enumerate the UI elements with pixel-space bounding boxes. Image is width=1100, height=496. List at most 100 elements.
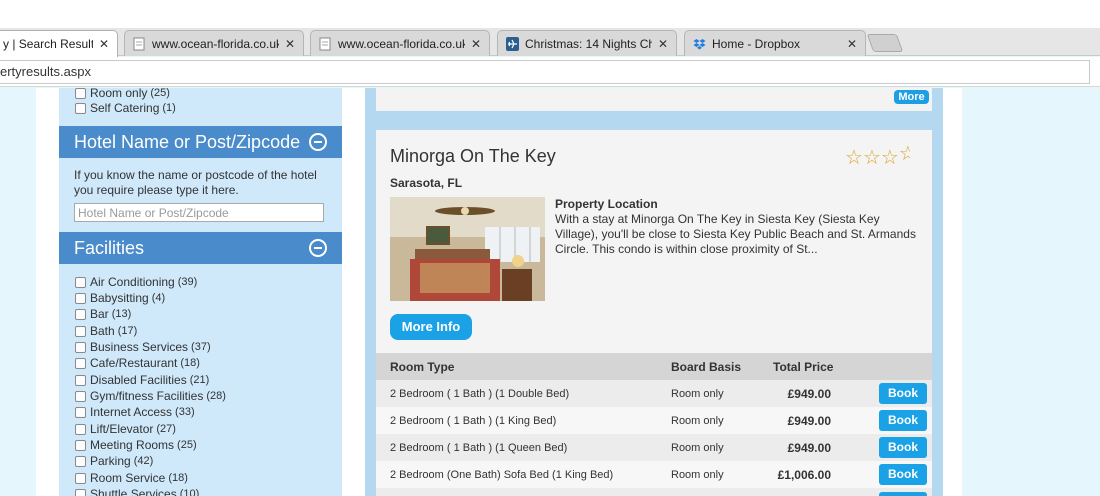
checkbox[interactable] xyxy=(75,88,86,99)
more-button[interactable]: More xyxy=(894,90,929,104)
checkbox[interactable] xyxy=(75,439,86,451)
hotel-search-hint: If you know the name or postcode of the … xyxy=(74,168,317,197)
collapse-icon[interactable] xyxy=(309,133,327,151)
facility-item[interactable]: Gym/fitness Facilities (28) xyxy=(75,388,226,404)
checkbox[interactable] xyxy=(75,390,86,402)
facility-label: Lift/Elevator xyxy=(90,422,154,436)
tab-christmas[interactable]: Christmas: 14 Nights Cha ✕ xyxy=(497,30,677,56)
facility-count: (18) xyxy=(168,472,188,484)
tab-search-results[interactable]: y | Search Results ✕ xyxy=(0,30,118,57)
tab-label: y | Search Results xyxy=(3,37,93,51)
facility-item[interactable]: Meeting Rooms (25) xyxy=(75,437,197,453)
checkbox[interactable] xyxy=(75,325,86,337)
facility-label: Babysitting xyxy=(90,291,149,305)
facility-item[interactable]: Bar (13) xyxy=(75,306,131,322)
close-icon[interactable]: ✕ xyxy=(847,37,857,51)
table-row: 2 Bedroom ( 1 Bath ) (1 King Bed) Room o… xyxy=(376,407,932,434)
half-star-icon: ☆ xyxy=(898,144,910,164)
checkbox[interactable] xyxy=(75,488,86,496)
close-icon[interactable]: ✕ xyxy=(285,37,295,51)
facility-count: (33) xyxy=(175,406,195,418)
facility-item[interactable]: Babysitting (4) xyxy=(75,290,165,306)
star-icon: ☆ xyxy=(845,147,863,166)
close-icon[interactable]: ✕ xyxy=(471,37,481,51)
hotel-name[interactable]: Minorga On The Key xyxy=(390,146,556,167)
more-info-button[interactable]: More Info xyxy=(390,314,472,340)
tab-label: Christmas: 14 Nights Cha xyxy=(525,36,652,51)
room-type-cell: 2 Bedroom ( 1 Bath ) (1 Double Bed) xyxy=(390,388,570,400)
checkbox[interactable] xyxy=(75,472,86,484)
facility-item[interactable]: Air Conditioning (39) xyxy=(75,274,197,290)
board-basis-cell: Room only xyxy=(671,469,724,481)
facility-item[interactable]: Internet Access (33) xyxy=(75,404,195,420)
facility-label: Room Service xyxy=(90,471,166,485)
facility-item[interactable]: Cafe/Restaurant (18) xyxy=(75,355,200,371)
checkbox[interactable] xyxy=(75,102,86,114)
url-input[interactable]: ertyresults.aspx xyxy=(0,60,1090,84)
price-cell: £949.00 xyxy=(787,441,831,455)
previous-result-card: More xyxy=(376,88,932,111)
tab-dropbox[interactable]: Home - Dropbox ✕ xyxy=(684,30,866,56)
checkbox[interactable] xyxy=(75,276,86,288)
dropbox-icon xyxy=(693,38,706,49)
hotel-name-input[interactable] xyxy=(74,203,324,222)
facility-item[interactable]: Bath (17) xyxy=(75,323,137,339)
facility-label: Shuttle Services xyxy=(90,487,177,496)
panel-title: Facilities xyxy=(74,237,145,258)
checkbox[interactable] xyxy=(75,357,86,369)
facility-count: (37) xyxy=(191,341,211,353)
close-icon[interactable]: ✕ xyxy=(99,37,109,51)
panel-title: Hotel Name or Post/Zipcode xyxy=(74,131,301,152)
facilities-panel-header[interactable]: Facilities xyxy=(59,232,342,264)
filter-sidebar: Room only (25) Self Catering (1) Hotel N… xyxy=(59,88,342,496)
window-titlebar xyxy=(0,0,1100,28)
room-type-cell: 2 Bedroom ( 1 Bath ) (1 Queen Bed) xyxy=(390,442,568,454)
close-icon[interactable]: ✕ xyxy=(658,37,668,51)
checkbox[interactable] xyxy=(75,308,86,320)
facility-item[interactable]: Room Service (18) xyxy=(75,470,188,486)
checkbox[interactable] xyxy=(75,292,86,304)
facility-count: (13) xyxy=(111,308,132,320)
tab-ocean-florida-1[interactable]: www.ocean-florida.co.uk ✕ xyxy=(124,30,304,56)
checkbox[interactable] xyxy=(75,455,86,467)
book-button[interactable]: Book xyxy=(879,410,927,431)
star-icon: ☆ xyxy=(862,147,881,166)
facility-count: (17) xyxy=(117,325,138,337)
column-board-basis: Board Basis xyxy=(671,360,742,374)
facility-item[interactable]: Lift/Elevator (27) xyxy=(75,421,176,437)
column-total-price: Total Price xyxy=(773,360,834,374)
facility-label: Business Services xyxy=(90,340,189,354)
tab-ocean-florida-2[interactable]: www.ocean-florida.co.uk ✕ xyxy=(310,30,490,56)
facility-count: (21) xyxy=(189,374,210,386)
facility-count: (27) xyxy=(156,423,176,435)
new-tab-button[interactable] xyxy=(866,34,904,52)
document-icon xyxy=(319,37,331,50)
checkbox[interactable] xyxy=(75,341,86,353)
hotel-photo[interactable] xyxy=(390,197,545,301)
checkbox[interactable] xyxy=(75,406,86,418)
book-button[interactable]: Book xyxy=(879,437,927,458)
facility-item[interactable]: Disabled Facilities (21) xyxy=(75,372,209,388)
book-button[interactable]: Book xyxy=(879,464,927,485)
tab-label: www.ocean-florida.co.uk xyxy=(152,36,279,51)
price-cell: £1,006.00 xyxy=(777,468,831,482)
facility-item[interactable]: Parking (42) xyxy=(75,453,153,469)
filter-self-catering[interactable]: Self Catering (1) xyxy=(75,100,176,116)
plane-icon xyxy=(506,36,519,51)
table-row: 2 Bedroom (One Bath) Sofa Bed (1 King Be… xyxy=(376,461,932,488)
hotel-name-panel-header[interactable]: Hotel Name or Post/Zipcode xyxy=(59,126,342,158)
facility-label: Bath xyxy=(90,324,115,338)
facility-item[interactable]: Shuttle Services (10) xyxy=(75,486,199,496)
book-button[interactable] xyxy=(879,492,927,496)
book-button[interactable]: Book xyxy=(879,383,927,404)
filter-label: Room only xyxy=(90,88,148,100)
board-basis-cell: Room only xyxy=(671,442,724,454)
hotel-result-card: Minorga On The Key ☆☆☆☆ Sarasota, FL Pro… xyxy=(376,130,932,496)
star-rating: ☆☆☆☆ xyxy=(845,144,919,166)
checkbox[interactable] xyxy=(75,423,86,435)
facility-item[interactable]: Business Services (37) xyxy=(75,339,211,355)
checkbox[interactable] xyxy=(75,374,86,386)
property-description: With a stay at Minorga On The Key in Sie… xyxy=(555,212,916,256)
bedroom-photo xyxy=(390,197,545,301)
collapse-icon[interactable] xyxy=(309,239,327,257)
